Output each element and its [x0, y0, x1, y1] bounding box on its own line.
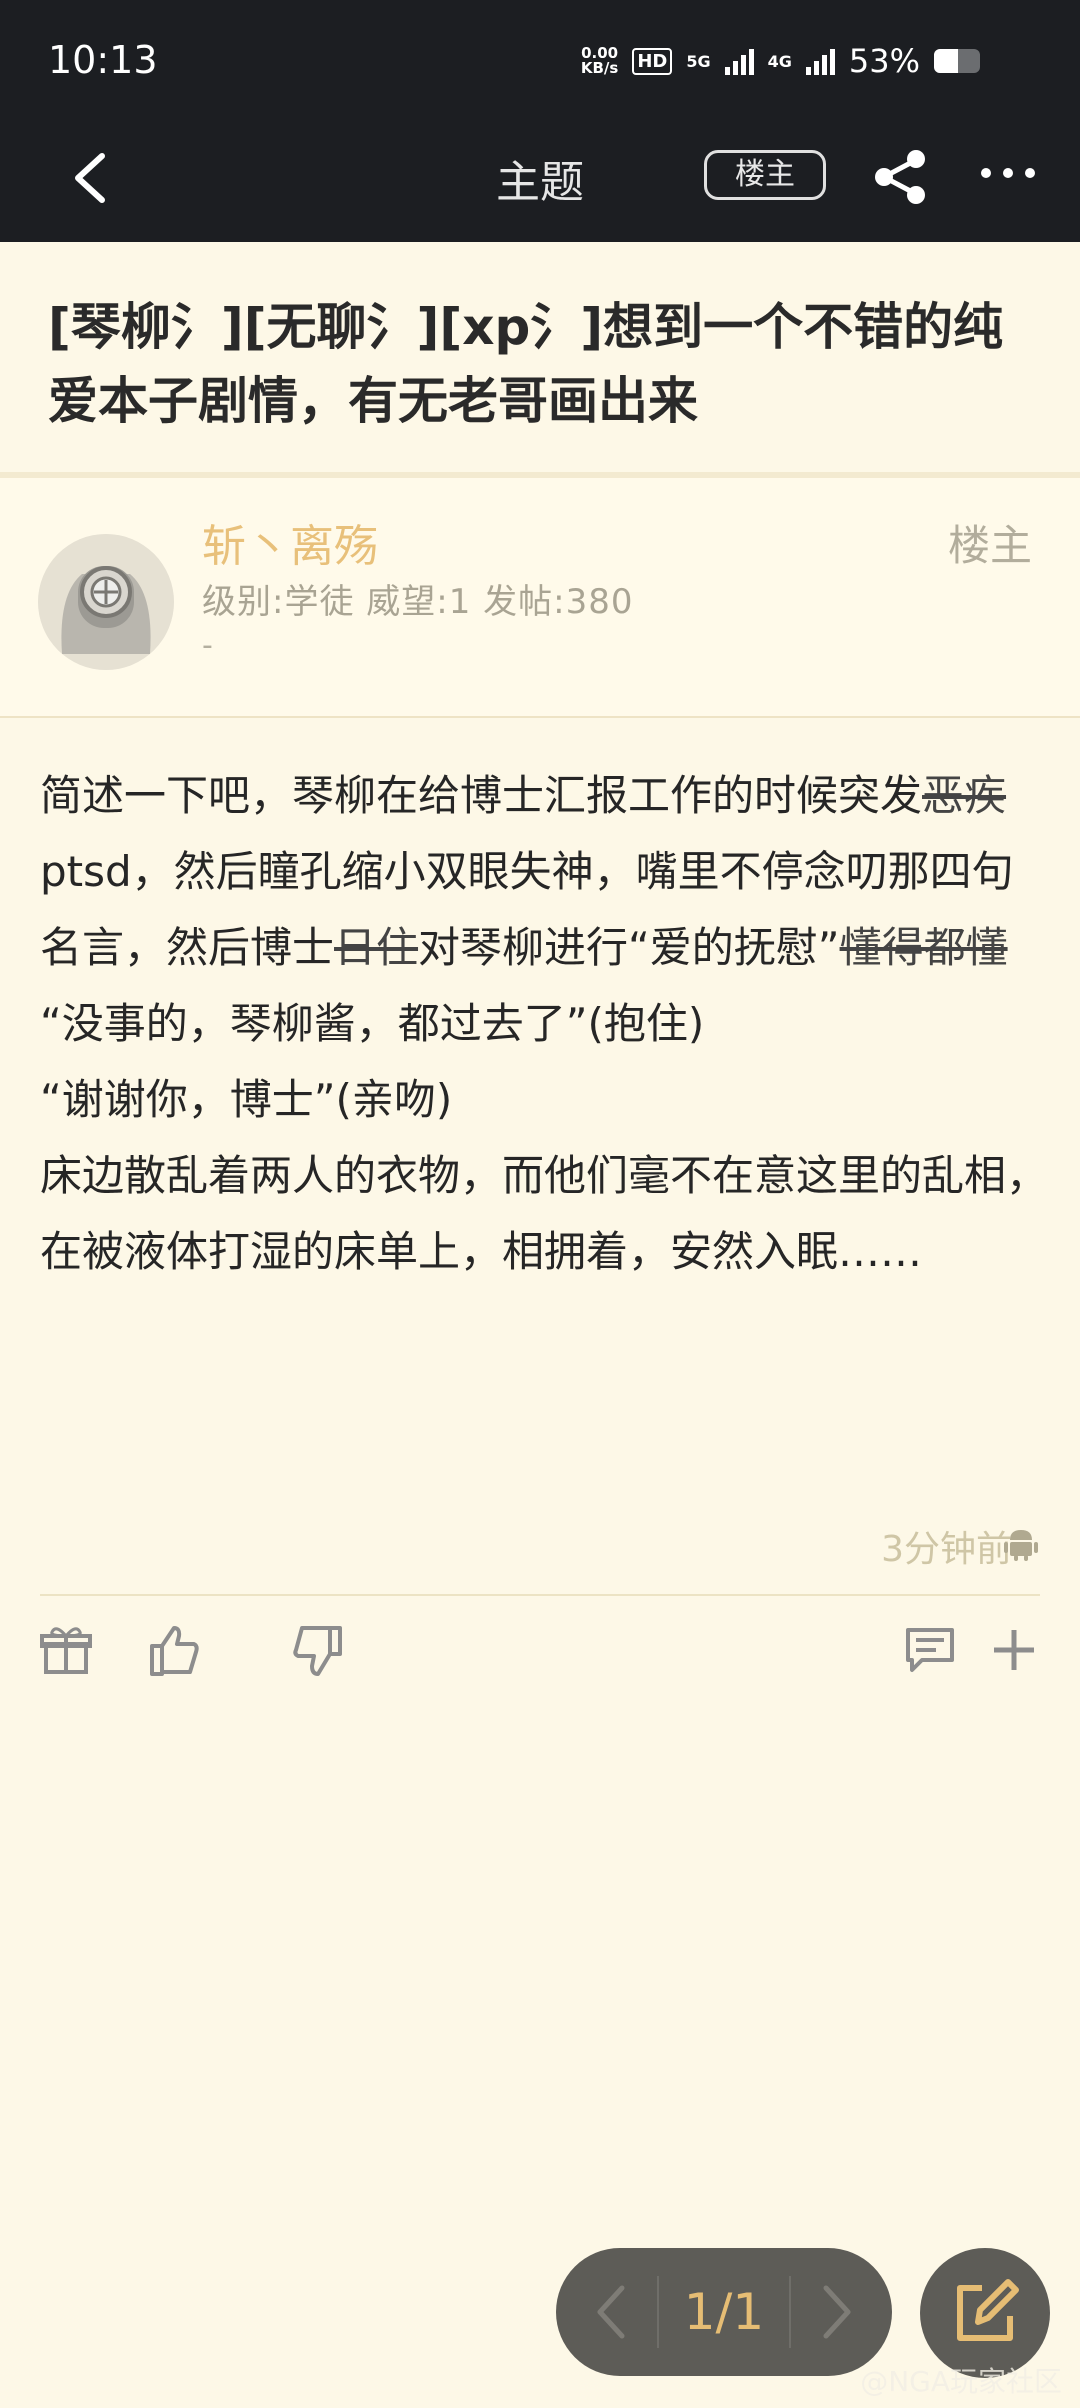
signal-4g-icon: [805, 47, 835, 75]
op-only-button[interactable]: 楼主: [704, 150, 826, 200]
post-time: 3分钟前: [881, 1529, 1012, 1570]
post-paragraph: 床边散乱着两人的衣物，而他们毫不在意这里的乱相，在被液体打湿的床单上，相拥着，安…: [40, 1151, 1049, 1276]
hd-voice-icon: HD: [632, 47, 673, 75]
post-paragraph: “谢谢你，博士”(亲吻): [40, 1075, 453, 1124]
add-icon[interactable]: [986, 1622, 1042, 1678]
post-paragraph: 简述一下吧，琴柳在给博士汇报工作的时候突发恶疾ptsd，然后瞳孔缩小双眼失神，嘴…: [40, 771, 1014, 972]
comment-icon[interactable]: [902, 1622, 958, 1678]
author-stats: 级别:学徒 威望:1 发帖:380: [202, 582, 634, 622]
gift-icon[interactable]: [38, 1622, 94, 1678]
divider: [40, 1594, 1040, 1596]
strikethrough-text: 日住: [334, 923, 419, 972]
page-navigator: 1/1: [556, 2248, 892, 2376]
downvote-icon[interactable]: [290, 1622, 346, 1678]
share-icon[interactable]: [870, 146, 932, 208]
upvote-icon[interactable]: [146, 1622, 202, 1678]
prev-page-icon[interactable]: [592, 2282, 632, 2342]
strikethrough-text: 恶疾: [922, 771, 1007, 820]
battery-icon: [934, 49, 980, 73]
post-paragraph: “没事的，琴柳酱，都过去了”(抱住): [40, 999, 705, 1048]
post-author-header: 斩丶离殇 级别:学徒 威望:1 发帖:380 - 楼主: [0, 478, 1080, 716]
android-icon: [1004, 1530, 1038, 1561]
network-speed: 0.00 KB/s: [580, 44, 619, 77]
post-content: 简述一下吧，琴柳在给博士汇报工作的时候突发恶疾ptsd，然后瞳孔缩小双眼失神，嘴…: [40, 758, 1050, 1290]
separator: [656, 2276, 659, 2348]
separator: [789, 2276, 792, 2348]
watermark: @NGA玩家社区: [860, 2365, 1062, 2398]
edit-icon: [957, 2279, 1019, 2341]
op-badge: 楼主: [947, 521, 1032, 570]
more-options-icon[interactable]: [978, 158, 1038, 188]
strikethrough-text: 懂得都懂: [839, 923, 1008, 972]
next-page-icon[interactable]: [816, 2282, 856, 2342]
thread-title: [琴柳氵][无聊氵][xp氵]想到一个不错的纯爱本子剧情，有无老哥画出来: [48, 298, 1004, 430]
status-icons: 0.00 KB/s HD 5G 4G 53%: [581, 42, 980, 80]
divider: [0, 716, 1080, 718]
app-bar: 主题 楼主: [0, 118, 1080, 242]
page-indicator[interactable]: 1/1: [684, 2283, 764, 2341]
author-signature: -: [202, 628, 213, 663]
reply-fab[interactable]: [920, 2248, 1050, 2378]
status-time: 10:13: [48, 38, 158, 82]
avatar[interactable]: [38, 534, 174, 670]
author-name[interactable]: 斩丶离殇: [202, 510, 378, 574]
status-bar: 10:13 0.00 KB/s HD 5G 4G 53%: [0, 0, 1080, 118]
signal-5g-icon: [724, 47, 754, 75]
battery-percent: 53%: [848, 42, 920, 80]
